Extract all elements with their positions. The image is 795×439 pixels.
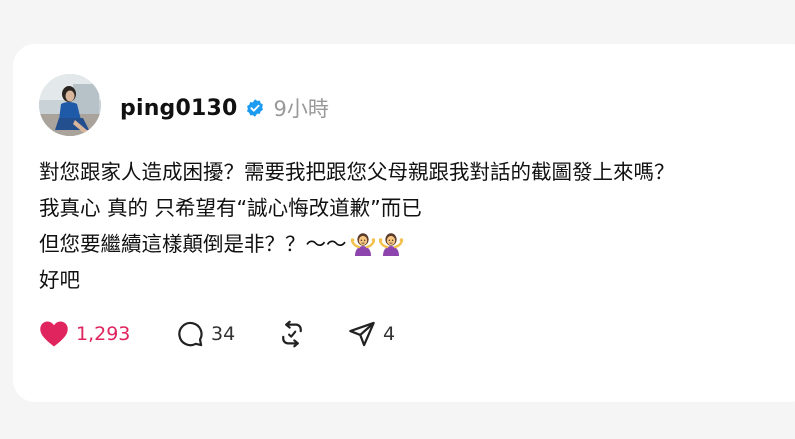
send-paper-plane-icon (349, 321, 375, 347)
comment-button[interactable]: 34 (176, 320, 278, 348)
person-shrugging-emoji-icon (350, 231, 375, 256)
comment-count: 34 (211, 323, 236, 345)
avatar[interactable] (39, 74, 101, 136)
post-text-line: 我真心 真的 只希望有“誠心悔改道歉”而已 (39, 196, 422, 220)
like-button[interactable]: 1,293 (39, 320, 176, 348)
repost-icon (282, 320, 302, 348)
person-shrugging-emoji-icon (378, 231, 403, 256)
username[interactable]: ping0130 (120, 96, 238, 121)
post-text-line: 但您要繼續這樣顛倒是非？？～～ (39, 232, 347, 256)
post-header: ping0130 9小時 (120, 91, 329, 125)
post-timestamp[interactable]: 9小時 (274, 93, 329, 123)
heart-filled-icon (40, 321, 68, 347)
share-count: 4 (383, 323, 396, 345)
like-count: 1,293 (76, 323, 131, 345)
post-body: 對您跟家人造成困擾？需要我把跟您父母親跟我對話的截圖發上來嗎？ 我真心 真的 只… (39, 154, 795, 298)
avatar-photo (39, 74, 101, 136)
verified-badge-icon (245, 98, 265, 118)
post-actions-bar: 1,293 34 4 (39, 316, 395, 352)
share-button[interactable]: 4 (348, 320, 395, 348)
comment-bubble-icon (178, 321, 203, 347)
post-text-line-with-emoji: 但您要繼續這樣顛倒是非？？～～ (39, 226, 795, 262)
post-text-line: 對您跟家人造成困擾？需要我把跟您父母親跟我對話的截圖發上來嗎？ (39, 160, 675, 184)
post-card: ping0130 9小時 對您跟家人造成困擾？需要我把跟您父母親跟我對話的截圖發… (13, 44, 795, 402)
repost-button[interactable] (278, 320, 348, 348)
post-text-line: 好吧 (39, 268, 80, 292)
